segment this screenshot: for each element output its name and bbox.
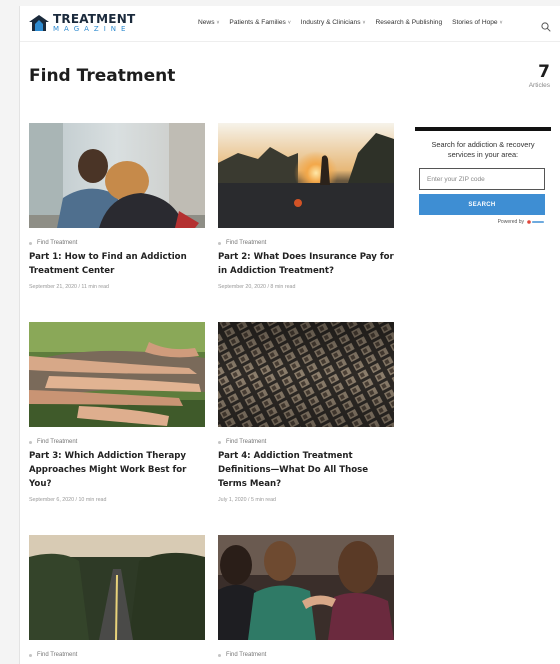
category-dot-icon [218, 440, 221, 444]
category-dot-icon [29, 241, 32, 245]
article-card: Find Treatment [218, 535, 394, 658]
widget-prompt: Search for addiction & recovery services… [431, 140, 535, 159]
chevron-down-icon: ˅ [362, 19, 366, 26]
search-button[interactable]: SEARCH [419, 194, 545, 215]
chevron-down-icon: ˅ [499, 19, 503, 26]
article-count-number: 7 [538, 62, 550, 82]
nav-label: Research & Publishing [375, 19, 443, 26]
article-meta: September 20, 2020 / 8 min read [218, 284, 296, 290]
letterpress-type-photo[interactable] [218, 322, 394, 427]
chevron-down-icon: ˅ [216, 19, 220, 26]
chevron-down-icon: ˅ [287, 19, 291, 26]
article-card: Find Treatment Part 4: Addiction Treatme… [218, 322, 394, 503]
nav-item-industry-clinicians[interactable]: Industry & Clinicians ˅ [301, 19, 366, 26]
article-meta: September 6, 2020 / 10 min read [29, 497, 107, 503]
category-dot-icon [218, 653, 221, 657]
category-dot-icon [218, 241, 221, 245]
winding-road-photo[interactable] [29, 535, 205, 640]
page: TREATMENT MAGAZINE News ˅ Patients & Fam… [19, 6, 560, 664]
zip-code-input[interactable] [419, 168, 545, 190]
article-count: 7 Articles [528, 62, 550, 90]
nav-item-news[interactable]: News ˅ [198, 19, 219, 26]
powered-by-label: Powered by [497, 219, 524, 225]
article-title[interactable]: Part 4: Addiction Treatment Definitions—… [218, 449, 394, 491]
article-title[interactable]: Part 2: What Does Insurance Pay for in A… [218, 250, 394, 278]
article-title[interactable]: Part 3: Which Addiction Therapy Approach… [29, 449, 205, 491]
site-header: TREATMENT MAGAZINE News ˅ Patients & Fam… [20, 6, 560, 42]
article-category[interactable]: Find Treatment [29, 439, 205, 445]
category-label: Find Treatment [226, 652, 267, 658]
article-category[interactable]: Find Treatment [29, 652, 205, 658]
provider-logo-icon[interactable] [527, 220, 545, 224]
category-dot-icon [29, 440, 32, 444]
house-logo-icon [29, 15, 49, 31]
article-card: Find Treatment Part 2: What Does Insuran… [218, 123, 394, 290]
category-label: Find Treatment [37, 240, 78, 246]
article-card: Find Treatment Part 1: How to Find an Ad… [29, 123, 205, 290]
page-title: Find Treatment [29, 66, 176, 86]
couple-embracing-photo[interactable] [29, 123, 205, 228]
article-category[interactable]: Find Treatment [218, 439, 394, 445]
article-category[interactable]: Find Treatment [218, 652, 394, 658]
search-icon[interactable] [541, 19, 551, 32]
article-title[interactable]: Part 1: How to Find an Addiction Treatme… [29, 250, 205, 278]
logo-text: TREATMENT MAGAZINE [53, 13, 135, 33]
category-label: Find Treatment [37, 652, 78, 658]
category-label: Find Treatment [226, 240, 267, 246]
article-category[interactable]: Find Treatment [29, 240, 205, 246]
nav-label: Industry & Clinicians [300, 19, 361, 26]
sunset-walker-photo[interactable] [218, 123, 394, 228]
nav-item-stories-of-hope[interactable]: Stories of Hope ˅ [452, 19, 502, 26]
site-logo[interactable]: TREATMENT MAGAZINE [29, 13, 135, 33]
article-card: Find Treatment Part 3: Which Addiction T… [29, 322, 205, 503]
stacked-hands-photo[interactable] [29, 322, 205, 427]
logo-line-2: MAGAZINE [53, 25, 131, 33]
article-meta: July 1, 2020 / 5 min read [218, 497, 277, 503]
article-count-label: Articles [528, 82, 550, 89]
nav-item-patients-families[interactable]: Patients & Families ˅ [229, 19, 290, 26]
nav-item-research-publishing[interactable]: Research & Publishing [375, 19, 442, 26]
article-card: Find Treatment [29, 535, 205, 658]
powered-by: Powered by [415, 219, 545, 225]
article-category[interactable]: Find Treatment [218, 240, 394, 246]
main-nav: News ˅ Patients & Families ˅ Industry & … [198, 19, 513, 26]
nav-label: Stories of Hope [452, 19, 498, 26]
category-label: Find Treatment [226, 439, 267, 445]
category-label: Find Treatment [37, 439, 78, 445]
nav-label: News [198, 19, 215, 26]
nav-label: Patients & Families [229, 19, 286, 26]
support-group-photo[interactable] [218, 535, 394, 640]
treatment-search-widget: Search for addiction & recovery services… [415, 127, 551, 225]
category-dot-icon [29, 653, 32, 657]
article-meta: September 21, 2020 / 11 min read [29, 284, 109, 290]
logo-line-1: TREATMENT [53, 12, 136, 26]
